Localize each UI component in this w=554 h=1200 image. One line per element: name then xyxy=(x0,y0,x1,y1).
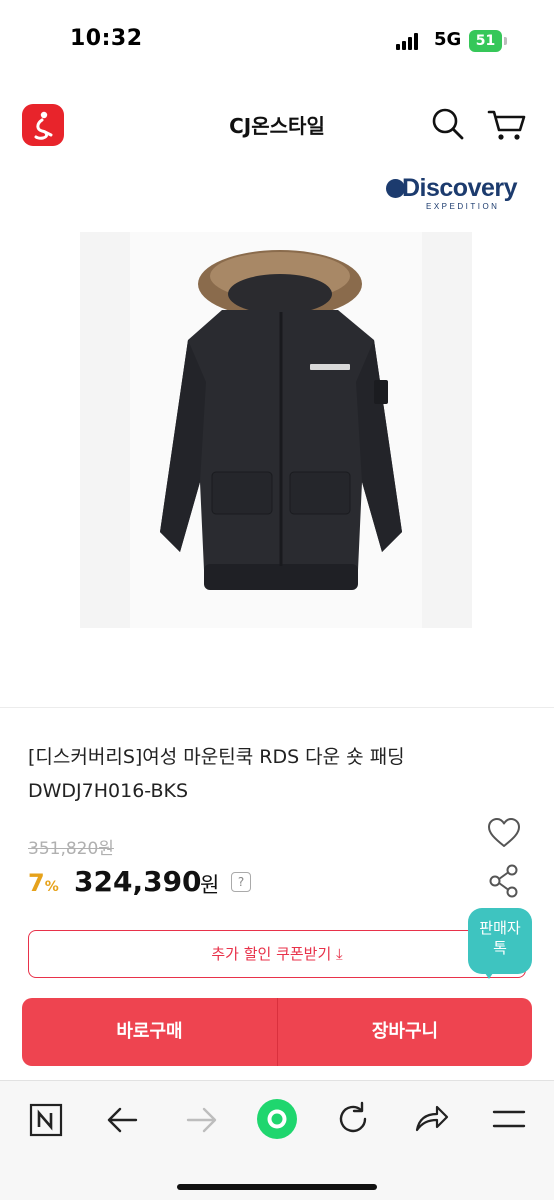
menu-button[interactable] xyxy=(486,1097,532,1141)
back-arrow-icon xyxy=(107,1107,138,1133)
share-arrow-icon xyxy=(415,1105,449,1132)
status-time: 10:32 xyxy=(70,26,143,51)
refresh-button[interactable] xyxy=(331,1097,377,1141)
menu-icon xyxy=(492,1110,526,1128)
home-green-circle-icon xyxy=(257,1099,297,1139)
seller-chat-button[interactable]: 판매자 톡 xyxy=(468,908,532,974)
price-unit: 원 xyxy=(200,873,220,897)
heart-icon xyxy=(488,818,520,847)
share-icon xyxy=(489,864,518,898)
purchase-bar: 바로구매 장바구니 xyxy=(22,998,532,1066)
back-button[interactable] xyxy=(100,1097,146,1141)
brand-logo[interactable]: Discovery EXPEDITION xyxy=(386,174,536,214)
add-to-cart-button[interactable]: 장바구니 xyxy=(278,998,532,1066)
section-divider xyxy=(0,707,554,708)
coupon-download-button[interactable]: 추가 할인 쿠폰받기 ⤓ xyxy=(28,930,526,978)
signal-strength-icon xyxy=(396,32,422,50)
seller-chat-label-line1: 판매자 xyxy=(479,919,521,937)
sale-price: 324,390 xyxy=(74,865,202,898)
browser-toolbar xyxy=(0,1080,554,1200)
status-bar: 10:32 5G 51 xyxy=(0,0,554,84)
battery-icon: 51 xyxy=(469,30,507,52)
product-image[interactable] xyxy=(80,232,472,628)
product-title: [디스커버리S]여성 마운틴쿡 RDS 다운 숏 패딩 DWDJ7H016-BK… xyxy=(28,746,405,802)
site-title: CJ온스타일 xyxy=(229,114,325,138)
buy-now-button[interactable]: 바로구매 xyxy=(22,998,277,1066)
forward-arrow-icon xyxy=(186,1107,217,1133)
seller-chat-label-line2: 톡 xyxy=(493,939,507,957)
original-price: 351,820원 xyxy=(28,839,114,859)
brand-subtitle: EXPEDITION xyxy=(426,202,500,211)
naver-n-button[interactable] xyxy=(22,1097,68,1141)
search-button[interactable] xyxy=(428,104,468,144)
padded-jacket-image xyxy=(160,250,402,590)
discount-rate-unit: % xyxy=(44,879,59,895)
discount-rate-value: 7 xyxy=(28,869,45,897)
network-type: 5G xyxy=(434,29,462,50)
forward-button[interactable] xyxy=(178,1097,224,1141)
chat-bubble-tail xyxy=(483,970,495,979)
home-button[interactable] xyxy=(254,1097,300,1141)
discount-rate: 7% xyxy=(28,869,59,897)
search-icon xyxy=(432,108,464,140)
home-indicator xyxy=(177,1184,377,1190)
app-header: CJ온스타일 xyxy=(0,96,554,156)
cart-button[interactable] xyxy=(486,104,528,144)
share-page-button[interactable] xyxy=(408,1097,454,1141)
cart-icon xyxy=(487,110,526,140)
refresh-icon xyxy=(339,1101,367,1133)
share-button[interactable] xyxy=(488,864,520,898)
brand-name: Discovery xyxy=(402,174,518,202)
wishlist-button[interactable] xyxy=(486,816,522,850)
price-help-icon[interactable]: ? xyxy=(231,872,251,892)
naver-n-icon xyxy=(29,1103,63,1137)
battery-level: 51 xyxy=(469,30,502,52)
